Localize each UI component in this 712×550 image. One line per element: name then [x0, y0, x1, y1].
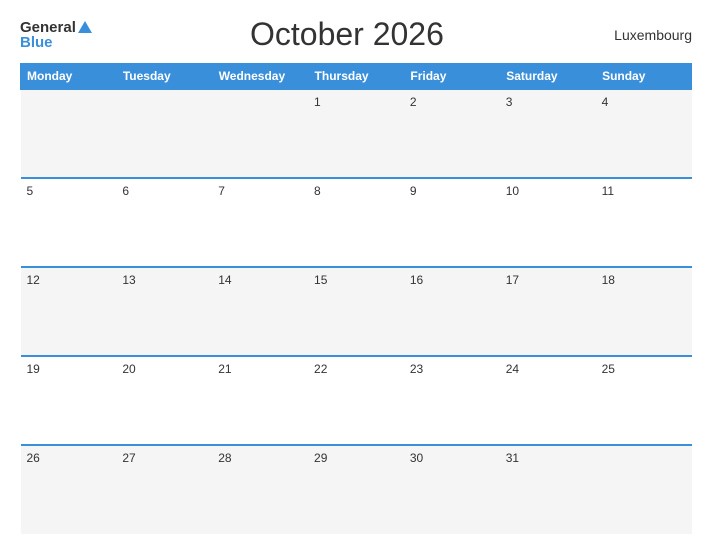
calendar-day-6: 6 [116, 178, 212, 267]
day-number: 30 [410, 451, 423, 465]
logo-general-text: General [20, 20, 76, 35]
calendar-day-22: 22 [308, 356, 404, 445]
day-number: 16 [410, 273, 423, 287]
calendar-empty-cell [596, 445, 692, 534]
calendar-day-27: 27 [116, 445, 212, 534]
calendar-day-25: 25 [596, 356, 692, 445]
calendar-header: General Blue October 2026 Luxembourg [20, 16, 692, 53]
calendar-empty-cell [212, 89, 308, 178]
calendar-week-row: 26 27 28 29 30 31 [21, 445, 692, 534]
calendar-day-10: 10 [500, 178, 596, 267]
col-header-tuesday: Tuesday [116, 64, 212, 90]
day-number: 3 [506, 95, 513, 109]
day-number: 28 [218, 451, 231, 465]
day-number: 7 [218, 184, 225, 198]
day-number: 4 [602, 95, 609, 109]
calendar-day-28: 28 [212, 445, 308, 534]
logo-triangle-icon [78, 21, 92, 33]
calendar-table: MondayTuesdayWednesdayThursdayFridaySatu… [20, 63, 692, 534]
calendar-day-23: 23 [404, 356, 500, 445]
day-number: 18 [602, 273, 615, 287]
day-number: 17 [506, 273, 519, 287]
day-number: 20 [122, 362, 135, 376]
calendar-day-14: 14 [212, 267, 308, 356]
calendar-day-20: 20 [116, 356, 212, 445]
logo: General Blue [20, 20, 92, 50]
calendar-day-1: 1 [308, 89, 404, 178]
calendar-day-16: 16 [404, 267, 500, 356]
calendar-week-row: 1 2 3 4 [21, 89, 692, 178]
calendar-week-row: 12 13 14 15 16 17 18 [21, 267, 692, 356]
calendar-day-11: 11 [596, 178, 692, 267]
calendar-day-13: 13 [116, 267, 212, 356]
col-header-saturday: Saturday [500, 64, 596, 90]
day-number: 10 [506, 184, 519, 198]
day-number: 2 [410, 95, 417, 109]
day-number: 22 [314, 362, 327, 376]
day-number: 1 [314, 95, 321, 109]
calendar-week-row: 5 6 7 8 9 10 11 [21, 178, 692, 267]
day-number: 25 [602, 362, 615, 376]
calendar-day-19: 19 [21, 356, 117, 445]
col-header-monday: Monday [21, 64, 117, 90]
calendar-day-3: 3 [500, 89, 596, 178]
col-header-thursday: Thursday [308, 64, 404, 90]
calendar-empty-cell [21, 89, 117, 178]
col-header-sunday: Sunday [596, 64, 692, 90]
day-number: 19 [27, 362, 40, 376]
day-number: 21 [218, 362, 231, 376]
calendar-day-5: 5 [21, 178, 117, 267]
day-number: 23 [410, 362, 423, 376]
calendar-day-7: 7 [212, 178, 308, 267]
day-number: 5 [27, 184, 34, 198]
calendar-day-21: 21 [212, 356, 308, 445]
day-number: 13 [122, 273, 135, 287]
day-number: 6 [122, 184, 129, 198]
calendar-day-4: 4 [596, 89, 692, 178]
col-header-friday: Friday [404, 64, 500, 90]
calendar-day-18: 18 [596, 267, 692, 356]
day-number: 31 [506, 451, 519, 465]
day-number: 15 [314, 273, 327, 287]
day-number: 29 [314, 451, 327, 465]
day-number: 11 [602, 184, 614, 198]
day-number: 9 [410, 184, 417, 198]
calendar-day-12: 12 [21, 267, 117, 356]
calendar-title: October 2026 [92, 16, 602, 53]
logo-blue-text: Blue [20, 35, 53, 50]
calendar-day-9: 9 [404, 178, 500, 267]
calendar-day-17: 17 [500, 267, 596, 356]
calendar-empty-cell [116, 89, 212, 178]
calendar-day-30: 30 [404, 445, 500, 534]
day-number: 27 [122, 451, 135, 465]
calendar-day-2: 2 [404, 89, 500, 178]
calendar-day-31: 31 [500, 445, 596, 534]
country-label: Luxembourg [602, 27, 692, 43]
calendar-week-row: 19 20 21 22 23 24 25 [21, 356, 692, 445]
day-number: 12 [27, 273, 40, 287]
calendar-day-8: 8 [308, 178, 404, 267]
calendar-header-row: MondayTuesdayWednesdayThursdayFridaySatu… [21, 64, 692, 90]
calendar-day-24: 24 [500, 356, 596, 445]
calendar-day-26: 26 [21, 445, 117, 534]
day-number: 24 [506, 362, 519, 376]
calendar-day-29: 29 [308, 445, 404, 534]
day-number: 26 [27, 451, 40, 465]
col-header-wednesday: Wednesday [212, 64, 308, 90]
calendar-day-15: 15 [308, 267, 404, 356]
day-number: 14 [218, 273, 231, 287]
day-number: 8 [314, 184, 321, 198]
